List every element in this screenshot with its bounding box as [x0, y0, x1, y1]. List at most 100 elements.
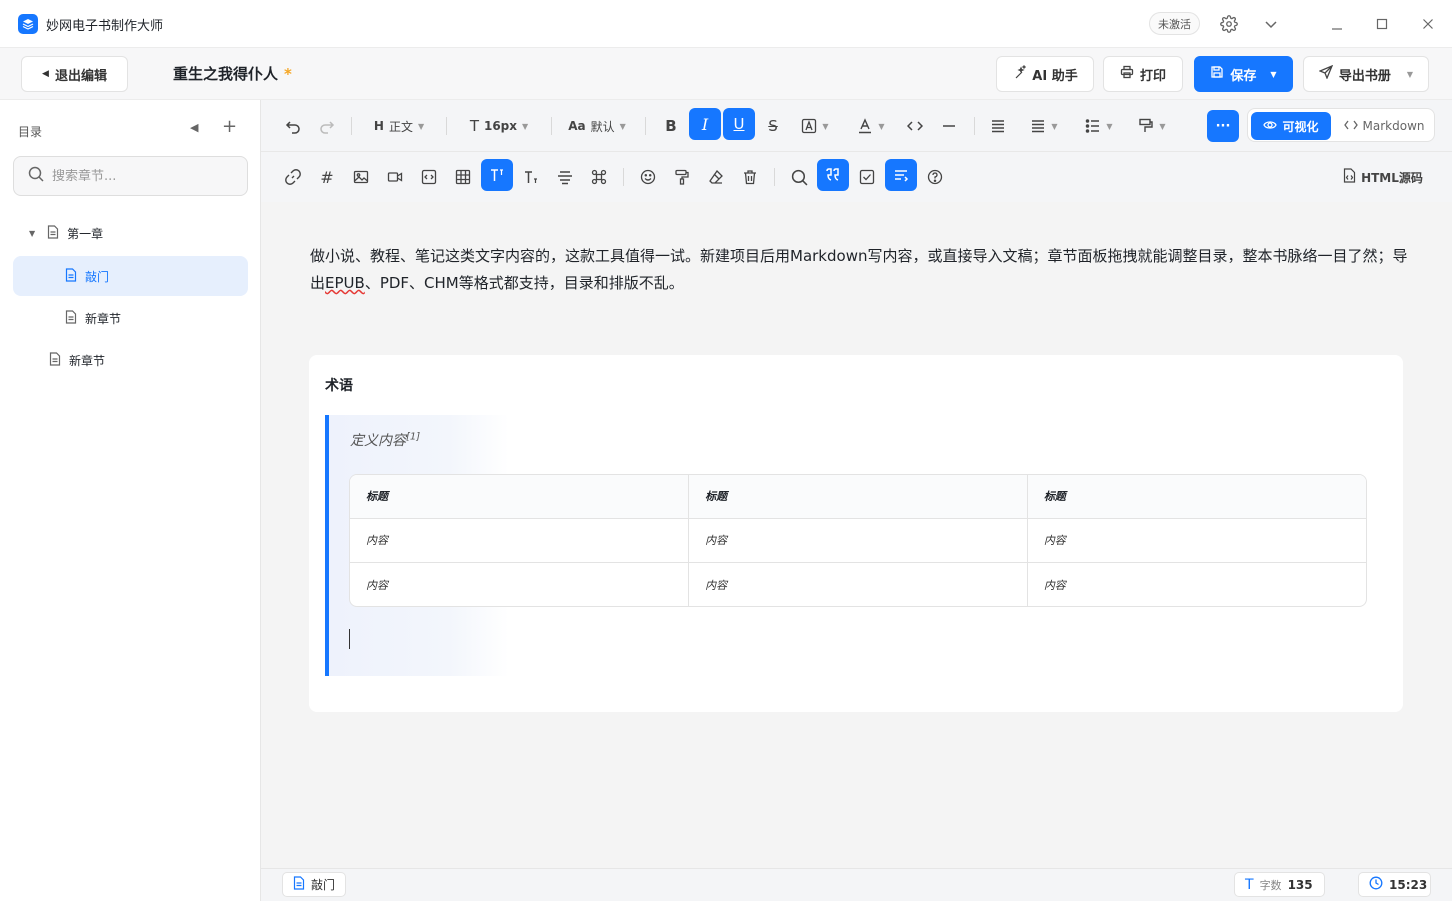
align-center-lines-icon[interactable]	[553, 162, 577, 192]
intro-paragraph[interactable]: 做小说、教程、笔记这类文字内容的，这款工具值得一试。新建项目后用Markdown…	[310, 243, 1410, 297]
paint-roller-icon[interactable]	[670, 162, 694, 192]
table-header-cell[interactable]: 标题	[688, 475, 1028, 519]
text-size-icon: T	[469, 117, 479, 135]
hashtag-icon[interactable]: #	[315, 162, 339, 192]
table-cell[interactable]: 内容	[1027, 518, 1366, 564]
maximize-icon[interactable]	[1370, 12, 1394, 36]
save-button[interactable]: 保存 ▼	[1194, 56, 1293, 92]
blockquote-icon[interactable]	[817, 159, 849, 191]
chevron-down-icon: ▼	[1106, 121, 1113, 131]
word-count-value: 135	[1287, 877, 1313, 892]
insert-toolbar: # HTML源码	[261, 152, 1452, 202]
settings-gear-icon[interactable]	[1217, 12, 1241, 36]
toc-item-knock-door[interactable]: 敲门	[13, 256, 248, 296]
table-cell[interactable]: 内容	[350, 562, 690, 606]
clock-indicator: 15:23	[1358, 872, 1431, 897]
table-icon[interactable]	[451, 162, 475, 192]
toc-item-chapter-1[interactable]: ▼ 第一章	[13, 213, 248, 253]
save-label: 保存	[1230, 68, 1257, 84]
toc-item-new-section-root[interactable]: 新章节	[13, 340, 248, 380]
add-chapter-icon[interactable]: +	[222, 117, 237, 137]
markdown-mode-button[interactable]: Markdown	[1337, 112, 1431, 140]
text-align-icon[interactable]: ▼	[1024, 111, 1064, 141]
video-icon[interactable]	[383, 162, 407, 192]
export-dropdown-caret-icon[interactable]: ▼	[1407, 70, 1413, 79]
html-source-button[interactable]: HTML源码	[1337, 162, 1429, 192]
font-size-select[interactable]: T 16px ▼	[461, 111, 537, 141]
list-icon[interactable]: ▼	[1079, 111, 1119, 141]
eraser-icon[interactable]	[704, 162, 728, 192]
chapter-search-field[interactable]	[13, 156, 248, 196]
exit-edit-button[interactable]: ◀ 退出编辑	[21, 56, 128, 92]
horizontal-rule-icon[interactable]	[936, 111, 962, 141]
subscript-icon[interactable]	[519, 162, 543, 192]
chevron-down-icon: ▼	[619, 121, 626, 131]
font-family-select[interactable]: Aa 默认 ▼	[563, 111, 631, 141]
image-icon[interactable]	[349, 162, 373, 192]
toc-item-new-section[interactable]: 新章节	[13, 298, 248, 338]
superscript-icon[interactable]	[481, 159, 513, 191]
footnote-ref[interactable]: [1]	[406, 431, 420, 442]
sparkle-icon	[1012, 64, 1027, 83]
toc-item-label: 第一章	[67, 226, 104, 241]
table-row: 内容 内容 内容	[350, 562, 1366, 606]
content-table[interactable]: 标题 标题 标题 内容 内容 内容 内容 内容 内容	[349, 474, 1367, 607]
visual-mode-button[interactable]: 可视化	[1251, 112, 1331, 140]
italic-icon[interactable]: I	[689, 108, 721, 140]
definition-block-icon[interactable]	[885, 159, 917, 191]
more-options-button[interactable]: ···	[1207, 110, 1239, 142]
undo-icon[interactable]	[281, 111, 305, 141]
document-title-text: 重生之我得仆人	[173, 65, 279, 83]
heading-style-select[interactable]: H 正文 ▼	[364, 111, 434, 141]
table-cell[interactable]: 内容	[350, 518, 690, 564]
underline-icon[interactable]: U	[723, 108, 755, 140]
activation-status-badge[interactable]: 未激活	[1149, 12, 1200, 35]
text-cursor	[349, 629, 350, 649]
table-header-cell[interactable]: 标题	[1027, 475, 1366, 519]
table-cell[interactable]: 内容	[688, 518, 1028, 564]
heading-icon: H	[373, 119, 384, 133]
command-icon[interactable]	[587, 162, 611, 192]
table-header-cell[interactable]: 标题	[350, 475, 690, 519]
emoji-icon[interactable]	[636, 162, 660, 192]
save-dropdown-caret-icon[interactable]: ▼	[1270, 70, 1276, 79]
inline-code-icon[interactable]	[902, 111, 928, 141]
document-icon	[47, 224, 59, 242]
card-title[interactable]: 术语	[325, 375, 353, 395]
chapter-search-input[interactable]	[52, 168, 232, 184]
send-icon	[1318, 64, 1334, 83]
format-painter-icon[interactable]: ▼	[1132, 111, 1172, 141]
current-chapter-indicator[interactable]: 敲门	[282, 872, 347, 897]
close-icon[interactable]	[1416, 12, 1440, 36]
minimize-icon[interactable]	[1325, 12, 1349, 36]
ai-assistant-button[interactable]: AI 助手	[996, 56, 1094, 92]
highlight-color-icon[interactable]: ▼	[795, 111, 835, 141]
exit-edit-label: 退出编辑	[54, 68, 107, 84]
word-count-indicator: T 字数 135	[1234, 872, 1325, 897]
code-block-icon[interactable]	[417, 162, 441, 192]
table-cell[interactable]: 内容	[1027, 563, 1366, 606]
paragraph-align-icon[interactable]	[985, 111, 1011, 141]
link-icon[interactable]	[281, 162, 305, 192]
eye-icon	[1263, 118, 1278, 135]
trash-icon[interactable]	[738, 162, 762, 192]
definition-content: 定义内容	[350, 433, 406, 449]
export-book-button[interactable]: 导出书册 ▼	[1303, 56, 1429, 92]
document-icon	[293, 876, 305, 893]
strikethrough-icon[interactable]: S	[760, 111, 786, 141]
task-checkbox-icon[interactable]	[855, 162, 879, 192]
chevron-down-icon: ▼	[1159, 121, 1166, 131]
table-cell[interactable]: 内容	[688, 562, 1028, 606]
help-icon[interactable]	[923, 162, 947, 192]
expand-caret-icon[interactable]: ▼	[29, 229, 35, 238]
search-replace-icon[interactable]	[787, 162, 811, 192]
bold-icon[interactable]: B	[658, 111, 684, 141]
redo-icon[interactable]	[315, 111, 339, 141]
print-button[interactable]: 打印	[1103, 56, 1183, 92]
definition-text[interactable]: 定义内容[1]	[350, 430, 420, 450]
dropdown-chevron-icon[interactable]	[1259, 12, 1283, 36]
document-title[interactable]: 重生之我得仆人 *	[173, 63, 292, 84]
collapse-sidebar-icon[interactable]: ◀	[190, 121, 198, 134]
export-book-label: 导出书册	[1338, 68, 1391, 84]
font-color-icon[interactable]: ▼	[851, 111, 891, 141]
